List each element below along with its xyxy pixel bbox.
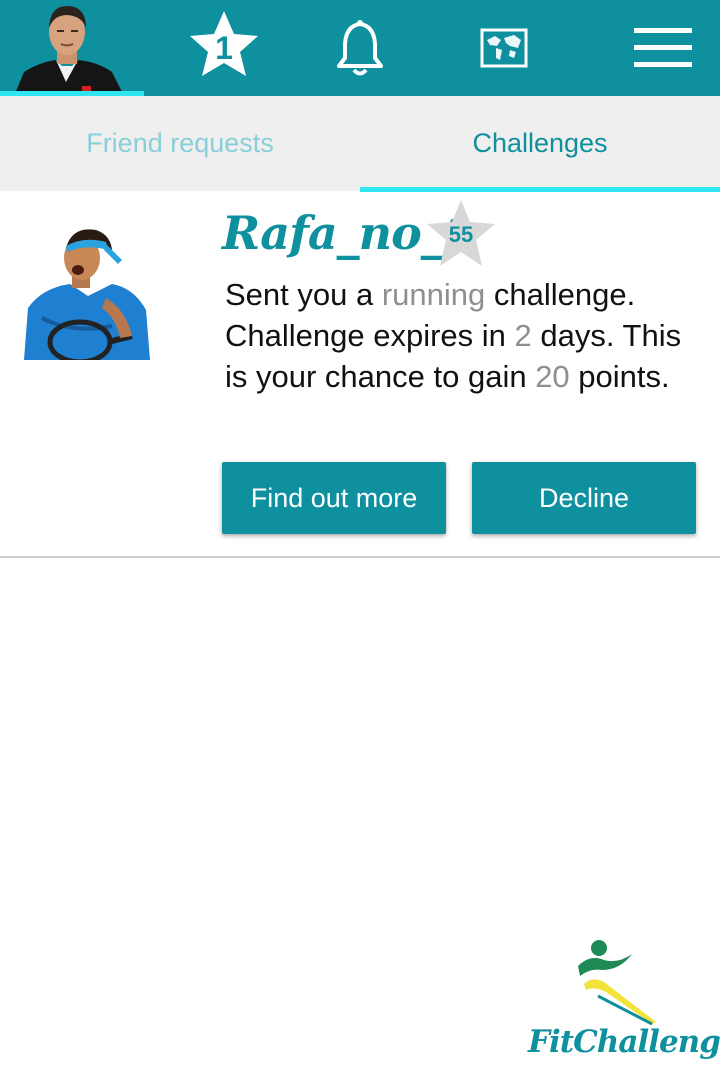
- top-nav-bar: 1: [0, 0, 720, 96]
- menu-button[interactable]: [626, 0, 702, 96]
- sender-photo: [24, 229, 150, 365]
- world-map-icon: [480, 28, 528, 68]
- hamburger-menu-icon: [634, 28, 692, 67]
- message-text: Sent you a: [225, 277, 382, 312]
- challenge-days: 2: [514, 318, 532, 353]
- find-out-more-button[interactable]: Find out more: [222, 462, 446, 534]
- star-rank-button[interactable]: 1: [182, 0, 266, 96]
- bell-icon: [337, 20, 383, 76]
- tab-challenges[interactable]: Challenges: [360, 96, 720, 191]
- challenge-points: 20: [535, 359, 570, 394]
- world-map-button[interactable]: [470, 0, 538, 96]
- message-text: points.: [569, 359, 670, 394]
- profile-avatar[interactable]: [0, 0, 144, 96]
- sender-level-badge: 55: [425, 200, 497, 268]
- tab-friend-requests[interactable]: Friend requests: [0, 96, 360, 191]
- tab-bar: Friend requests Challenges: [0, 96, 720, 191]
- logo-wordmark: FitChallenger: [528, 1024, 720, 1060]
- fitchallenger-logo: FitChallenger: [528, 936, 720, 1066]
- challenge-activity: running: [381, 277, 486, 312]
- star-count: 1: [215, 30, 233, 66]
- notifications-button[interactable]: [326, 0, 394, 96]
- profile-photo: [14, 6, 124, 96]
- challenge-card: Rafa_no_1 55 Sent you a running challeng…: [0, 192, 720, 558]
- sender-avatar[interactable]: [22, 218, 152, 365]
- decline-button[interactable]: Decline: [472, 462, 696, 534]
- logo-runner-icon: [578, 940, 656, 1026]
- sender-level: 55: [448, 222, 474, 247]
- challenge-message: Sent you a running challenge. Challenge …: [225, 274, 705, 397]
